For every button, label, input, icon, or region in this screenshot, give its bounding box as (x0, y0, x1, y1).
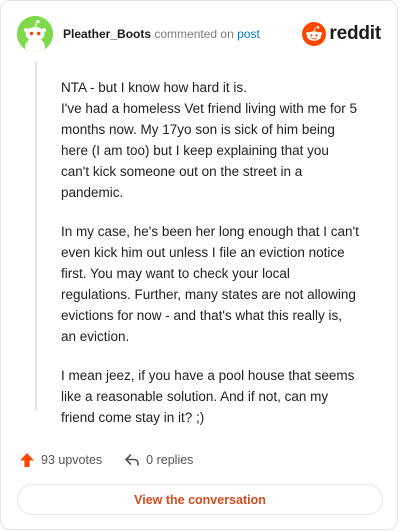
thread-line (35, 61, 37, 411)
upvote-arrow-icon (20, 453, 34, 467)
commented-on-text: commented on (154, 27, 234, 41)
comment-header: Pleather_Boots commented on post reddit (17, 16, 381, 52)
comment-line: here (I am too) but I keep explaining th… (61, 143, 329, 158)
comment-line: even kick him out unless I file an evict… (61, 245, 345, 260)
comment-line: can't kick someone out on the street in … (61, 164, 303, 179)
reply-button[interactable]: 0 replies (124, 452, 193, 468)
comment-body: NTA - but I know how hard it is. I've ha… (61, 77, 371, 446)
comment-meta: Pleather_Boots commented on post (63, 27, 260, 41)
comment-paragraph: In my case, he's been her long enough th… (61, 221, 371, 347)
username-link[interactable]: Pleather_Boots (63, 27, 151, 41)
comment-line: months now. My 17yo son is sick of him b… (61, 122, 335, 137)
comment-embed-card: Pleather_Boots commented on post reddit … (0, 0, 398, 530)
comment-line: friend come stay in it? ;) (61, 410, 205, 425)
reddit-wordmark: reddit (329, 23, 381, 44)
comment-line: I mean jeez, if you have a pool house th… (61, 368, 355, 383)
comment-line: In my case, he's been her long enough th… (61, 224, 359, 239)
comment-line: NTA - but I know how hard it is. (61, 80, 247, 95)
snoo-avatar-icon[interactable] (17, 16, 53, 52)
comment-paragraph: NTA - but I know how hard it is. I've ha… (61, 77, 371, 203)
upvote-button[interactable]: 93 upvotes (19, 452, 102, 468)
comment-line: like a reasonable solution. And if not, … (61, 389, 329, 404)
upvote-count: 93 upvotes (41, 453, 103, 467)
post-link[interactable]: post (237, 27, 260, 41)
comment-line: an eviction. (61, 329, 130, 344)
comment-paragraph: I mean jeez, if you have a pool house th… (61, 365, 371, 428)
comment-line: I've had a homeless Vet friend living wi… (61, 101, 357, 116)
view-conversation-button[interactable]: View the conversation (17, 484, 383, 515)
reply-count: 0 replies (146, 453, 194, 467)
reddit-logo-icon (302, 22, 327, 46)
reply-arrow-icon (125, 454, 139, 466)
comment-line: evictions for now - and that's what this… (61, 308, 342, 323)
comment-line: first. You may want to check your local (61, 266, 290, 281)
comment-line: pandemic. (61, 185, 124, 200)
reddit-brand[interactable]: reddit (302, 21, 381, 47)
comment-line: regulations. Further, many states are no… (61, 287, 356, 302)
comment-actions: 93 upvotes 0 replies (19, 450, 215, 470)
